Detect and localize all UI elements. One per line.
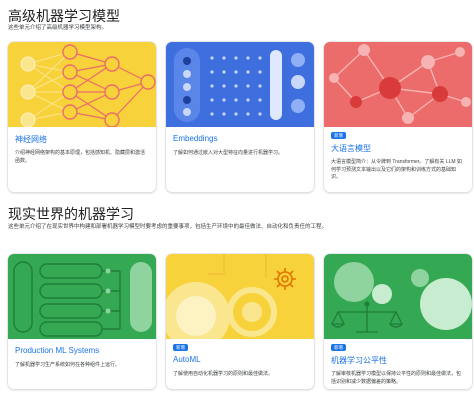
card-description: 了解如何通过嵌入对大型特征向量进行机器学习。	[173, 150, 284, 156]
card-title[interactable]: 机器学习公平性	[331, 355, 387, 366]
embeddings-illustration	[166, 42, 314, 127]
card-production-ml-systems[interactable]: Production ML Systems 了解机器学习生产系统如何在各种组件上…	[8, 254, 156, 389]
section-heading-real-world: 现实世界的机器学习	[8, 206, 134, 222]
card-description: 介绍神经网络架构的基本原理，包括感知机、隐藏层和激活函数。	[15, 150, 146, 164]
card-description: 大语言模型简介：从令牌到 Transformer。了解有关 LLM 如何学习预测…	[331, 159, 462, 180]
automl-illustration	[166, 254, 314, 339]
section-description-advanced: 这些单元介绍了高级机器学习模型架构。	[8, 25, 108, 31]
card-description: 了解审核机器学习模型以保持公平性的原则和最佳做法，包括识别和减少数据偏差的策略。	[331, 371, 462, 385]
section-description-real-world: 这些单元介绍了在现实世界中构建和部署机器学习模型时要考虑的重要事项，包括生产环境…	[8, 224, 328, 230]
new-badge: 新增	[331, 132, 346, 139]
card-title[interactable]: 大语言模型	[331, 143, 371, 154]
new-badge: 新增	[331, 344, 346, 351]
card-description: 了解使用自动化机器学习的原则和最佳做法。	[173, 371, 274, 377]
card-neural-networks[interactable]: 神经网络 介绍神经网络架构的基本原理，包括感知机、隐藏层和激活函数。	[8, 42, 156, 192]
card-title[interactable]: AutoML	[173, 355, 201, 364]
fairness-illustration	[324, 254, 472, 339]
card-large-language-models[interactable]: 新增 大语言模型 大语言模型简介：从令牌到 Transformer。了解有关 L…	[324, 42, 472, 192]
card-description: 了解机器学习生产系统如何在各种组件上运行。	[15, 362, 121, 368]
balance-scale-icon	[330, 298, 404, 338]
gear-icon	[272, 266, 298, 292]
card-title[interactable]: Embeddings	[173, 134, 217, 143]
card-title[interactable]: 神经网络	[15, 134, 47, 145]
neural-network-illustration	[8, 42, 156, 127]
card-embeddings[interactable]: Embeddings 了解如何通过嵌入对大型特征向量进行机器学习。	[166, 42, 314, 192]
production-systems-illustration	[8, 254, 156, 339]
llm-network-illustration	[324, 42, 472, 127]
section-heading-advanced: 高级机器学习模型	[8, 8, 120, 24]
card-automl[interactable]: 新增 AutoML 了解使用自动化机器学习的原则和最佳做法。	[166, 254, 314, 389]
card-ml-fairness[interactable]: 新增 机器学习公平性 了解审核机器学习模型以保持公平性的原则和最佳做法，包括识别…	[324, 254, 472, 389]
card-title[interactable]: Production ML Systems	[15, 346, 99, 355]
new-badge: 新增	[173, 344, 188, 351]
